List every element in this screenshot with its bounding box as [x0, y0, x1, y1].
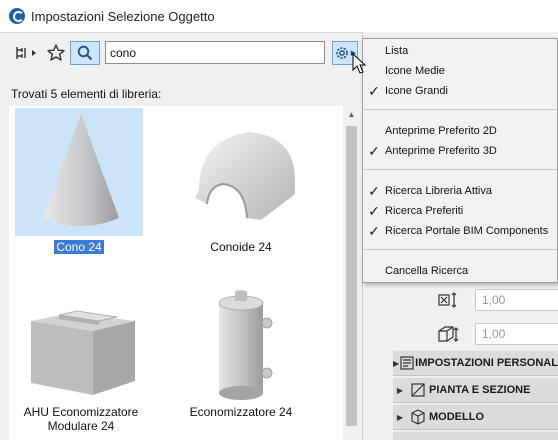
- height-input[interactable]: 1,00: [475, 323, 558, 345]
- section-next: [393, 431, 558, 440]
- thumbnail-cylinder: [177, 273, 305, 401]
- item-name: Conoide 24: [210, 240, 272, 254]
- library-item-cono[interactable]: Cono 24: [9, 108, 154, 254]
- item-name-line2: Modulare 24: [47, 419, 115, 433]
- search-toggle-button[interactable]: [70, 41, 100, 65]
- star-icon: [47, 44, 65, 61]
- checkmark-icon: ✓: [368, 202, 380, 219]
- library-toolbar: ▶: [0, 33, 362, 73]
- checkmark-icon: ✓: [368, 82, 380, 99]
- thumbnail-ahu-box: [17, 273, 145, 401]
- section-label: MODELLO: [429, 411, 484, 423]
- library-browser-pane: ▶ Trovati 5 elementi di libreria:: [0, 32, 362, 440]
- checkmark-icon: ✓: [368, 182, 380, 199]
- window-title: Impostazioni Selezione Oggetto: [31, 8, 215, 24]
- section-floor-plan[interactable]: ▶ PIANTA E SEZIONE: [393, 377, 558, 403]
- scroll-up-arrow-icon[interactable]: ▲: [343, 106, 360, 123]
- check-slot: [363, 121, 385, 141]
- expand-arrow-icon: ▶: [396, 412, 404, 422]
- menu-item-lista[interactable]: Lista: [363, 41, 557, 61]
- width-dimension-icon: [438, 292, 457, 308]
- custom-settings-icon: [399, 355, 415, 371]
- library-item-ahu[interactable]: AHU Economizzatore Modulare 24: [9, 273, 156, 433]
- menu-item-anteprime-3d[interactable]: ✓ Anteprime Preferito 3D: [363, 141, 557, 161]
- menu-item-ricerca-preferiti[interactable]: ✓ Ricerca Preferiti: [363, 201, 557, 221]
- library-item-conoide[interactable]: Conoide 24: [166, 108, 316, 254]
- folder-navigation-button[interactable]: [12, 41, 42, 65]
- item-name-line1: AHU Economizzatore: [23, 405, 139, 419]
- menu-item-ricerca-bim[interactable]: ✓ Ricerca Portale BIM Components: [363, 221, 557, 241]
- section-label: PIANTA E SEZIONE: [429, 384, 531, 396]
- menu-separator: [363, 169, 557, 170]
- menu-separator: [363, 109, 557, 110]
- height-row: 1,00: [363, 320, 558, 348]
- archicad-logo-icon: [9, 8, 25, 24]
- check-slot: [363, 261, 385, 281]
- favorites-button[interactable]: [44, 41, 68, 65]
- menu-item-cancella-ricerca[interactable]: Cancella Ricerca: [363, 261, 557, 281]
- item-name: Economizzatore 24: [189, 405, 293, 419]
- section-custom-settings[interactable]: ▶ IMPOSTAZIONI PERSONALIZZATE: [393, 350, 558, 376]
- thumbnail-conoid: [177, 108, 305, 236]
- results-count-label: Trovati 5 elementi di libreria:: [11, 87, 162, 101]
- menu-item-anteprime-2d[interactable]: Anteprime Preferito 2D: [363, 121, 557, 141]
- mouse-pointer-icon: [352, 53, 366, 74]
- item-name: Cono 24: [54, 240, 104, 254]
- menu-item-icone-medie[interactable]: Icone Medie: [363, 61, 557, 81]
- library-item-economizzatore[interactable]: Economizzatore 24: [166, 273, 316, 419]
- menu-item-ricerca-libreria[interactable]: ✓ Ricerca Libreria Attiva: [363, 181, 557, 201]
- library-results-grid: Cono 24 Conoide 24 AHU Economizzatore Mo…: [9, 106, 343, 440]
- search-icon: [77, 45, 93, 61]
- menu-item-icone-grandi[interactable]: ✓ Icone Grandi: [363, 81, 557, 101]
- vertical-scrollbar[interactable]: ▲: [343, 106, 360, 440]
- floor-plan-icon: [407, 382, 429, 398]
- expand-arrow-icon: ▶: [396, 385, 404, 395]
- checkmark-icon: ✓: [368, 142, 380, 159]
- check-slot: [363, 61, 385, 81]
- title-bar: Impostazioni Selezione Oggetto: [0, 0, 558, 32]
- scrollbar-thumb[interactable]: [346, 126, 357, 426]
- gear-icon: [335, 47, 348, 59]
- model-cube-icon: [407, 409, 429, 425]
- section-model[interactable]: ▶ MODELLO: [393, 404, 558, 430]
- search-input[interactable]: [105, 41, 325, 64]
- width-input[interactable]: 1,00: [475, 289, 558, 311]
- checkmark-icon: ✓: [368, 222, 380, 239]
- search-options-menu: Lista Icone Medie ✓ Icone Grandi Antepri…: [362, 38, 558, 283]
- menu-separator: [363, 249, 557, 250]
- thumbnail-cone: [15, 108, 143, 236]
- section-label: IMPOSTAZIONI PERSONALIZZATE: [415, 357, 558, 369]
- tree-nav-icon: [16, 47, 36, 59]
- box-height-icon: [438, 326, 459, 342]
- check-slot: [363, 41, 385, 61]
- width-row: 1,00: [363, 286, 558, 314]
